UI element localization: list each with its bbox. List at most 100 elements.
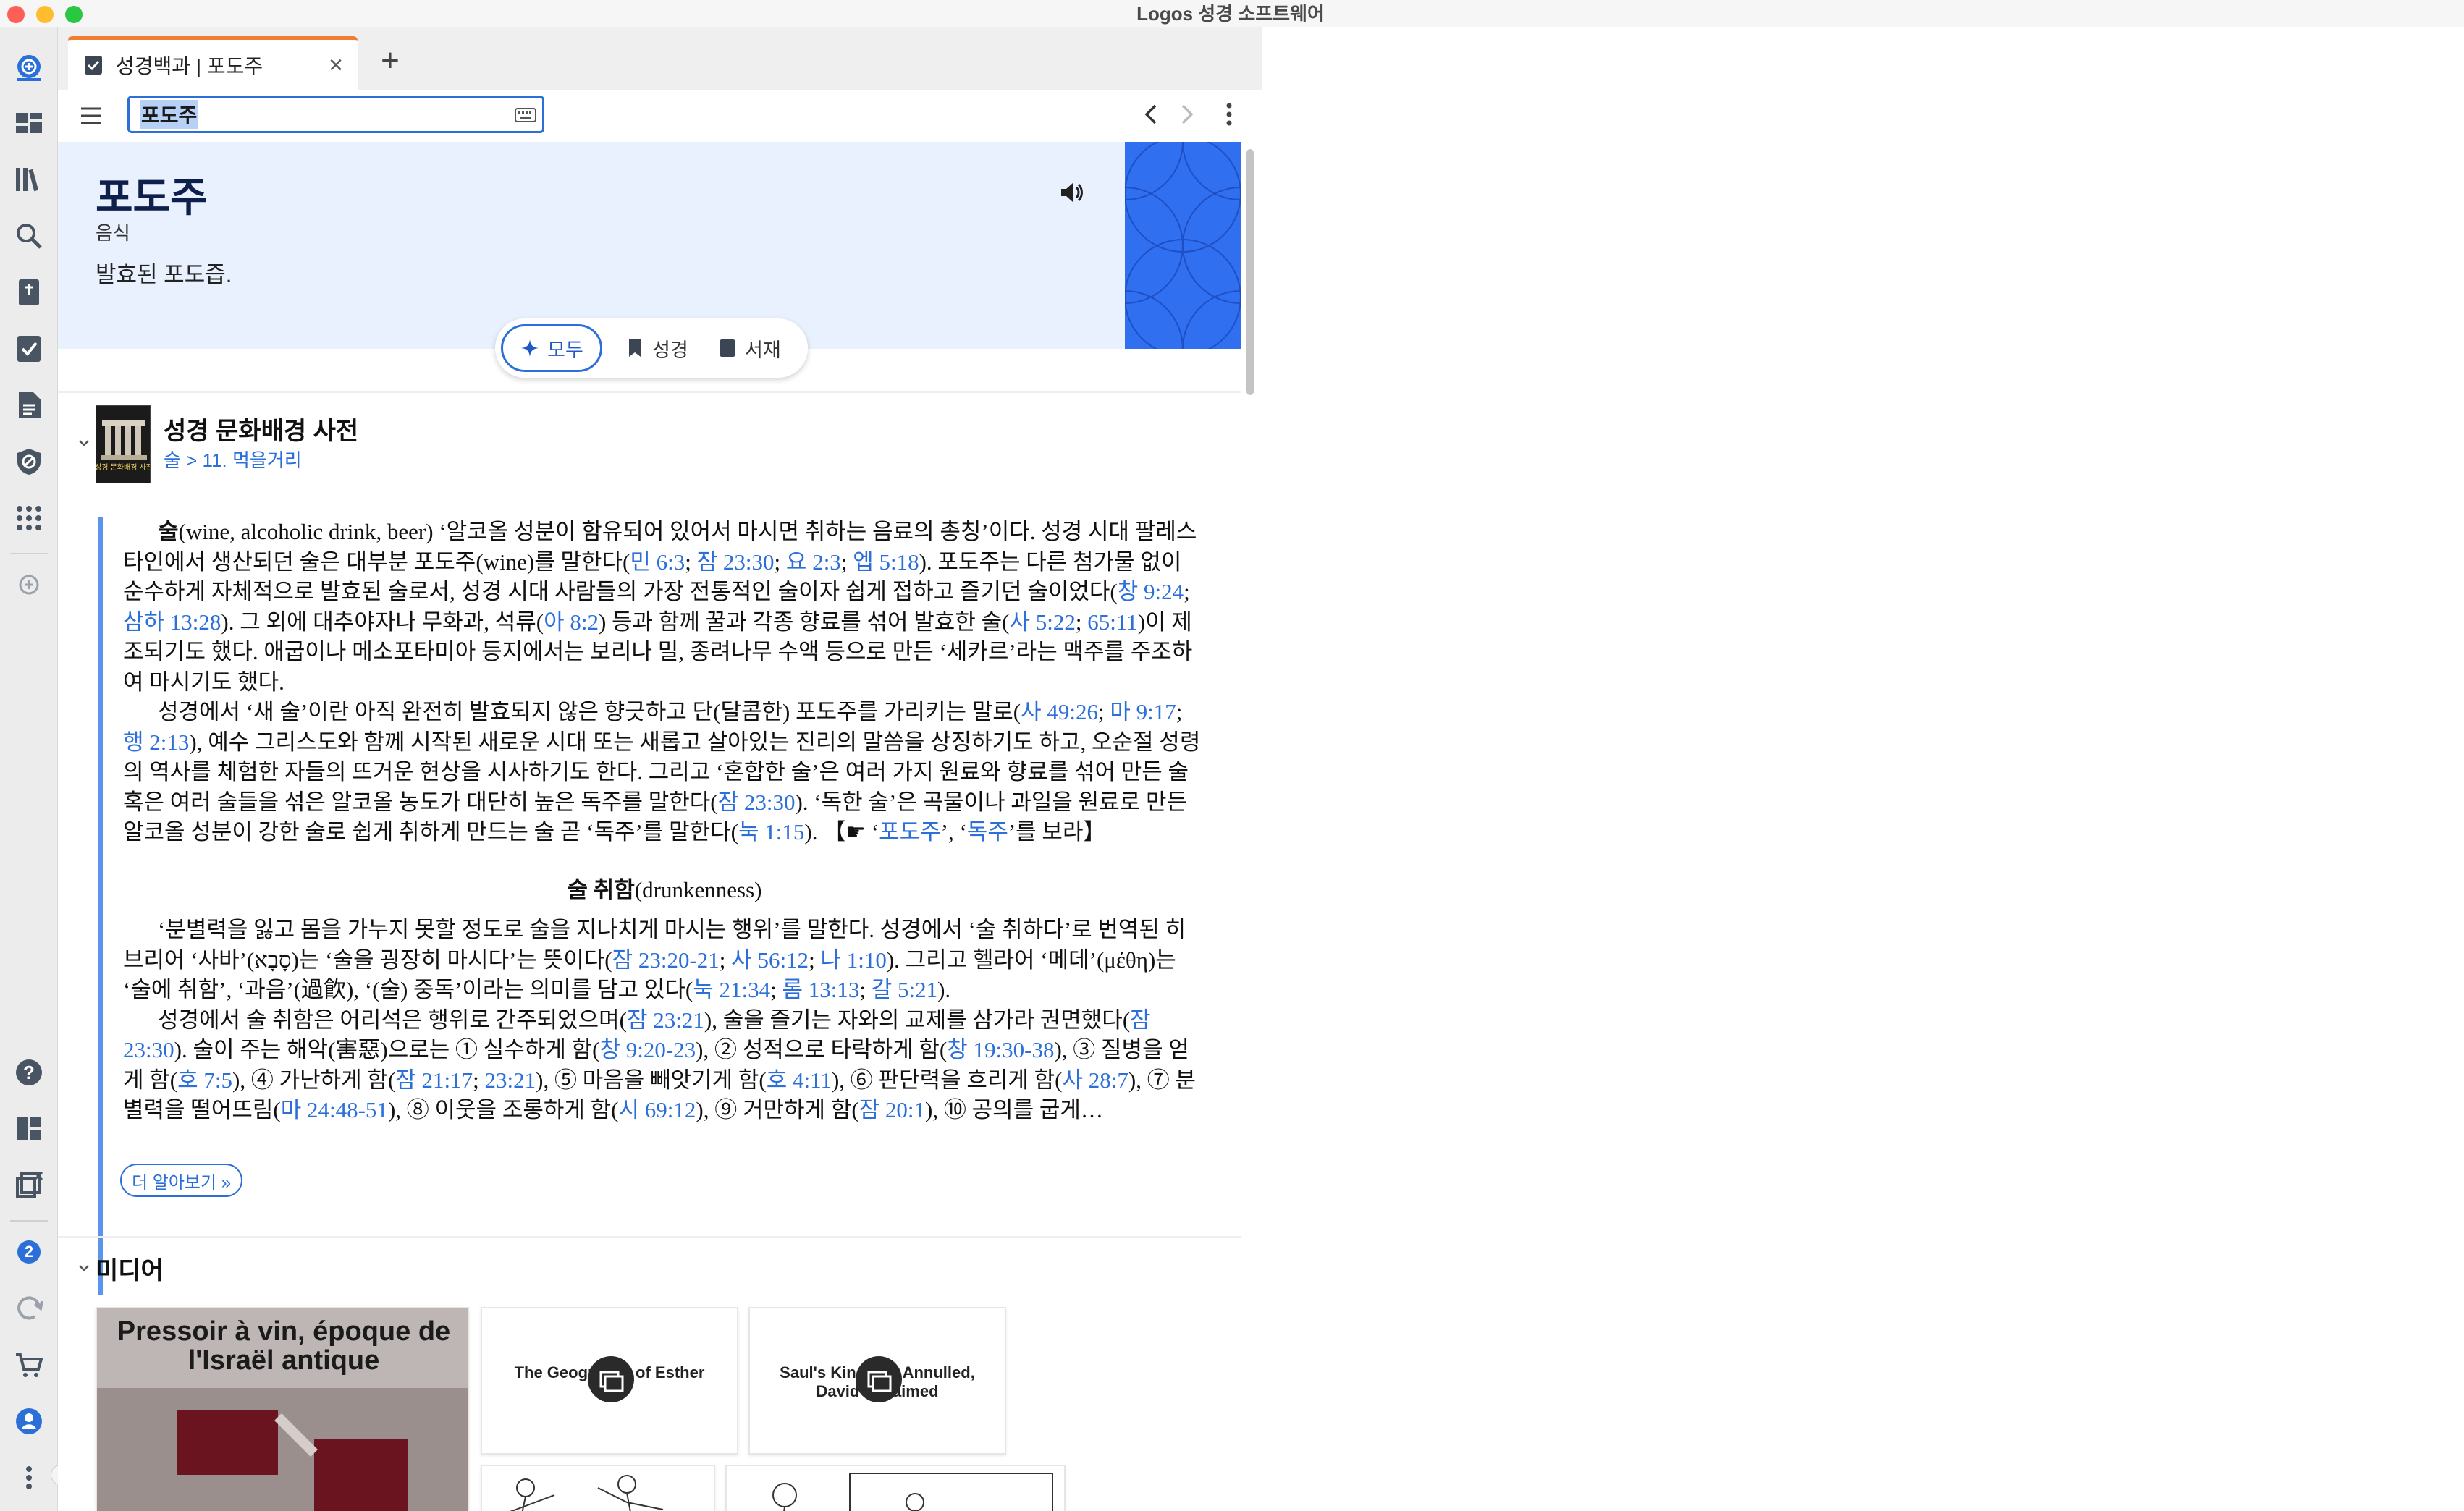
tab-bible-dictionary[interactable]: 성경백과 | 포도주 ×: [68, 36, 358, 90]
search-input[interactable]: 포도주: [127, 96, 544, 133]
help-button[interactable]: ?: [10, 1054, 48, 1091]
scripture-link[interactable]: 눅 21:34: [693, 977, 770, 1002]
library-button[interactable]: [10, 161, 48, 198]
section-divider: [58, 1236, 1241, 1238]
dashboard-button[interactable]: [10, 104, 48, 142]
media-thumbnail[interactable]: Saul's Kingship Annulled, David's Claime…: [748, 1307, 1006, 1455]
search-value: 포도주: [140, 100, 199, 129]
entry-definition: 발효된 포도즙.: [96, 262, 232, 287]
article-breadcrumb[interactable]: 술 > 11. 먹을거리: [164, 446, 302, 473]
section-divider: [58, 391, 1241, 393]
close-all-button[interactable]: [10, 1167, 48, 1204]
scripture-link[interactable]: 잠 23:30: [718, 790, 796, 815]
book-cover-text: 성경 문화배경 사전: [96, 462, 151, 472]
collapse-chevron-icon[interactable]: [75, 1259, 93, 1277]
scripture-link[interactable]: 창 19:30-38: [947, 1037, 1054, 1062]
scripture-link[interactable]: 사 56:12: [731, 947, 809, 973]
tab-strip: 성경백과 | 포도주 × +: [58, 27, 1262, 90]
svg-text:?: ?: [23, 1062, 35, 1083]
window-close-button[interactable]: [7, 6, 25, 23]
back-arrow-icon[interactable]: [1136, 98, 1165, 130]
tools-button[interactable]: [10, 443, 48, 481]
media-thumbnail[interactable]: [481, 1465, 715, 1511]
dashboard-icon: [16, 113, 42, 133]
speaker-icon[interactable]: [1057, 178, 1086, 207]
media-thumbnail[interactable]: Pressoir à vin, époque de l'Israël antiq…: [96, 1307, 469, 1511]
scrollbar-thumb[interactable]: [1246, 149, 1254, 395]
notifications-button[interactable]: 2: [10, 1233, 48, 1271]
learn-more-button[interactable]: 더 알아보기 »: [120, 1164, 243, 1197]
title-bar: Logos 성경 소프트웨어: [0, 0, 2464, 27]
apps-grid-icon: [17, 506, 41, 530]
filter-all-button[interactable]: 모두: [501, 324, 602, 372]
scripture-link[interactable]: 사 49:26: [1021, 699, 1098, 724]
panel-menu-icon[interactable]: [1215, 98, 1244, 130]
layouts-button[interactable]: [10, 1110, 48, 1148]
sync-button[interactable]: [10, 1290, 48, 1327]
add-tab-button[interactable]: +: [372, 45, 408, 81]
scripture-link[interactable]: 행 2:13: [123, 729, 189, 755]
scripture-link[interactable]: 잠 23:21: [627, 1007, 704, 1033]
scripture-link[interactable]: 삼하 13:28: [123, 609, 221, 635]
scripture-link[interactable]: 엡 5:18: [853, 549, 919, 575]
store-button[interactable]: [10, 1346, 48, 1384]
add-shortcut-button[interactable]: [10, 566, 48, 604]
collapse-chevron-icon[interactable]: [75, 434, 93, 452]
scripture-link[interactable]: 잠 23:30: [697, 549, 775, 575]
window-minimize-button[interactable]: [36, 6, 54, 23]
left-toolbar: ? 2: [0, 27, 58, 1511]
scripture-link[interactable]: 잠 20:1: [859, 1097, 925, 1122]
scripture-link[interactable]: 호 4:11: [767, 1067, 832, 1093]
cross-reference-link[interactable]: 독주: [967, 819, 1008, 845]
window-maximize-button[interactable]: [65, 6, 83, 23]
search-button[interactable]: [10, 217, 48, 255]
subheading-ko: 술 취함: [567, 876, 635, 902]
scripture-link[interactable]: 아 8:2: [544, 609, 599, 635]
scripture-link[interactable]: 마 9:17: [1110, 699, 1176, 724]
hamburger-menu-icon[interactable]: [78, 103, 104, 129]
scripture-link[interactable]: 민 6:3: [630, 549, 685, 575]
more-options-button[interactable]: [10, 1459, 48, 1497]
header-pattern-art: [1125, 142, 1241, 349]
scripture-link[interactable]: 눅 1:15: [738, 819, 804, 845]
account-button[interactable]: [10, 1402, 48, 1440]
library-icon: [16, 168, 39, 192]
scripture-link[interactable]: 갈 5:21: [872, 977, 937, 1002]
home-button[interactable]: [10, 49, 48, 87]
scripture-link[interactable]: 호 7:5: [177, 1067, 232, 1093]
forward-arrow-icon[interactable]: [1173, 98, 1202, 130]
toolbar-divider: [10, 553, 48, 554]
bible-button[interactable]: [10, 274, 48, 311]
entry-term: 포도주: [96, 174, 208, 220]
scripture-link[interactable]: 창 9:24: [1118, 579, 1184, 604]
scripture-link[interactable]: 롬 13:13: [782, 977, 859, 1002]
close-tab-icon[interactable]: ×: [329, 51, 343, 80]
media-thumbnail[interactable]: [725, 1465, 1066, 1511]
cross-reference-link[interactable]: 포도주: [879, 819, 941, 845]
scripture-link[interactable]: 시 69:12: [619, 1097, 696, 1122]
apps-button[interactable]: [10, 499, 48, 537]
guides-button[interactable]: [10, 330, 48, 368]
filter-bible-button[interactable]: 성경: [617, 324, 696, 372]
scrollbar[interactable]: [1245, 149, 1255, 1511]
filter-library-button[interactable]: 서재: [702, 324, 796, 372]
scripture-link[interactable]: 요 2:3: [786, 549, 841, 575]
scripture-link[interactable]: 잠 21:17: [395, 1067, 473, 1093]
keyboard-icon[interactable]: [515, 106, 536, 124]
scripture-link[interactable]: 잠 23:20-21: [612, 947, 720, 973]
scripture-link[interactable]: 마 24:48-51: [281, 1097, 388, 1122]
scripture-link[interactable]: 사 5:22: [1009, 609, 1075, 635]
filter-bible-label: 성경: [652, 339, 688, 361]
media-thumbnail[interactable]: The Geography of Esther: [481, 1307, 738, 1455]
scripture-link[interactable]: 65:11: [1087, 609, 1137, 635]
layout-icon: [17, 1117, 41, 1140]
article-subheading: 술 취함(drunkenness): [123, 875, 1206, 905]
scripture-link[interactable]: 창 9:20-23: [599, 1037, 696, 1062]
article-source-title[interactable]: 성경 문화배경 사전: [164, 411, 358, 446]
documents-button[interactable]: [10, 386, 48, 424]
scripture-link[interactable]: 사 28:7: [1063, 1067, 1128, 1093]
document-icon: [19, 392, 41, 418]
book-cover-image[interactable]: 성경 문화배경 사전: [96, 405, 151, 483]
scripture-link[interactable]: 23:21: [485, 1067, 536, 1093]
scripture-link[interactable]: 나 1:10: [820, 947, 886, 973]
